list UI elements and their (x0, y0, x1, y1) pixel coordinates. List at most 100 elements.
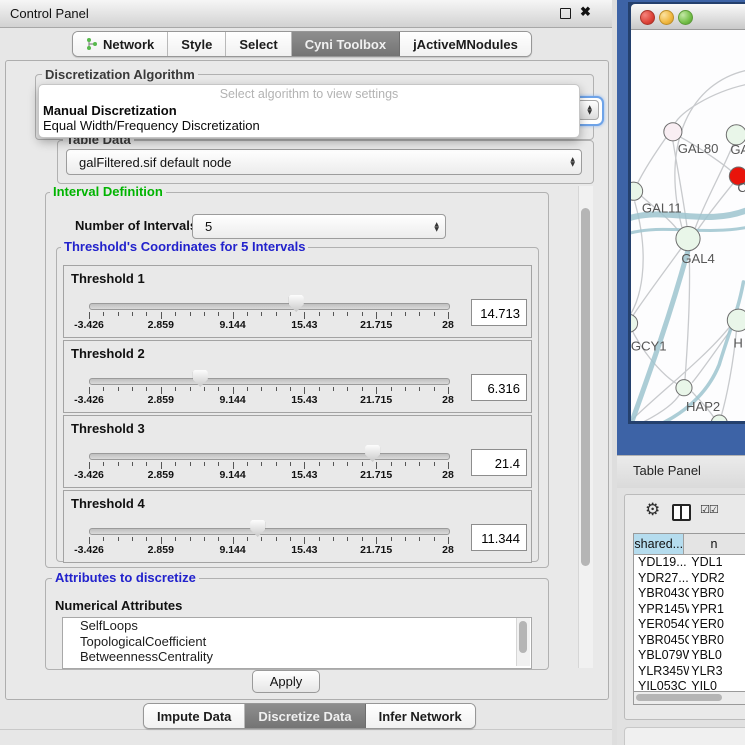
threshold-slider-track[interactable] (89, 453, 450, 460)
threshold-value-field[interactable]: 11.344 (471, 524, 527, 551)
table-row[interactable]: YDR27...YDR2 (634, 571, 745, 587)
tick-mark (89, 462, 90, 469)
zoom-traffic-light-icon[interactable] (678, 10, 693, 25)
node-gcy1[interactable] (631, 314, 638, 332)
tab-discretize-data[interactable]: Discretize Data (245, 704, 365, 728)
dropdown-option-manual-discretization[interactable]: Manual Discretization (43, 103, 575, 118)
tick-mark (261, 462, 262, 466)
network-edge[interactable] (697, 183, 733, 230)
tick-mark (233, 387, 234, 394)
threshold-slider-track[interactable] (89, 378, 450, 385)
node-gal80[interactable] (664, 123, 682, 141)
column-browser-icon[interactable] (672, 504, 691, 521)
bottom-tab-bar: Impute Data Discretize Data Infer Network (143, 703, 476, 729)
attributes-group-title: Attributes to discretize (52, 571, 199, 585)
table-row[interactable]: YER054CYER0 (634, 617, 745, 633)
gear-icon[interactable]: ⚙ (645, 500, 660, 520)
threshold-slider-track[interactable] (89, 303, 450, 310)
tick-mark (146, 462, 147, 466)
threshold-value-field[interactable]: 6.316 (471, 374, 527, 401)
tick-mark (118, 312, 119, 316)
node-bottom[interactable] (711, 415, 727, 421)
tick-mark (290, 387, 291, 391)
table-row[interactable]: YBR045CYBR0 (634, 633, 745, 649)
tab-infer-network[interactable]: Infer Network (366, 704, 475, 728)
table-cell: YDR27... (634, 571, 689, 587)
float-window-icon[interactable] (560, 8, 571, 19)
scrollbar-thumb[interactable] (519, 621, 527, 653)
table-row[interactable]: YDL19...YDL1 (634, 555, 745, 571)
tick-mark (434, 462, 435, 466)
network-edge[interactable] (638, 138, 666, 183)
numerical-attributes-list[interactable]: SelfLoopsTopologicalCoefficientBetweenne… (62, 617, 532, 669)
tick-mark (261, 537, 262, 541)
network-edge[interactable] (675, 84, 745, 123)
node-gal11[interactable] (631, 182, 643, 200)
table-row[interactable]: YLR345WYLR3 (634, 664, 745, 680)
node-gal4[interactable] (676, 227, 700, 251)
tick-mark (118, 387, 119, 391)
table-horizontal-scrollbar[interactable] (633, 691, 745, 705)
number-of-intervals-combo[interactable]: 5 ▲▼ (192, 214, 446, 239)
tick-label: 28 (442, 469, 454, 481)
node-hap2[interactable] (676, 380, 692, 396)
network-edge[interactable] (685, 251, 690, 380)
panel-vertical-scrollbar[interactable] (578, 186, 593, 668)
tab-label: Infer Network (379, 709, 462, 724)
node-label-gcy1: GCY1 (631, 338, 667, 353)
threshold-value-field[interactable]: 21.4 (471, 449, 527, 476)
table-data-combo[interactable]: galFiltered.sif default node ▲▼ (66, 149, 582, 175)
table-cell: YBR043C (634, 586, 689, 602)
close-icon[interactable]: ✖ (580, 4, 591, 20)
table-row[interactable]: YBR043CYBR0 (634, 586, 745, 602)
tick-label: 28 (442, 544, 454, 556)
column-header-n[interactable]: n (684, 534, 745, 555)
attributes-list-scrollbar[interactable] (516, 618, 530, 666)
dropdown-option-equal-width-frequency-discretization[interactable]: Equal Width/Frequency Discretization (43, 118, 575, 133)
table-row[interactable]: YBL079WYBL0 (634, 648, 745, 664)
node-h[interactable] (727, 309, 745, 331)
combo-stepper-button[interactable]: ▲▼ (577, 100, 599, 120)
tick-mark (146, 537, 147, 541)
table-row[interactable]: YPR145WYPR1 (634, 602, 745, 618)
tab-impute-data[interactable]: Impute Data (144, 704, 245, 728)
divider-line (0, 729, 612, 730)
tab-label: jActiveMNodules (413, 37, 518, 52)
network-canvas[interactable]: GAL80GACGAL11GAL4GCY1HHAP2 (631, 30, 745, 421)
close-traffic-light-icon[interactable] (640, 10, 655, 25)
threshold-value-field[interactable]: 14.713 (471, 299, 527, 326)
tick-label: 28 (442, 394, 454, 406)
table-cell: YBL079W (634, 648, 689, 664)
column-header-shared[interactable]: shared... (634, 534, 684, 555)
attribute-item-betweennesscentrality[interactable]: BetweennessCentrality (63, 649, 531, 665)
tick-mark (333, 537, 334, 541)
algorithm-group-title: Discretization Algorithm (42, 68, 198, 82)
table-cell: YER054C (634, 617, 689, 633)
tab-cyni-toolbox[interactable]: Cyni Toolbox (292, 32, 400, 56)
tick-mark (405, 312, 406, 316)
tab-label: Discretize Data (258, 709, 351, 724)
tick-mark (190, 387, 191, 391)
tab-style[interactable]: Style (168, 32, 226, 56)
scrollbar-thumb[interactable] (581, 208, 590, 566)
apply-button[interactable]: Apply (252, 670, 320, 693)
attribute-item-selfloops[interactable]: SelfLoops (63, 618, 531, 634)
tab-label: Style (181, 37, 212, 52)
network-window-titlebar[interactable] (631, 4, 745, 30)
tab-network[interactable]: Network (73, 32, 168, 56)
tab-select[interactable]: Select (226, 32, 291, 56)
node-attribute-table[interactable]: shared...nYDL19...YDL1YDR27...YDR2YBR043… (633, 533, 745, 692)
tick-mark (161, 462, 162, 469)
tab-jactivemnodules[interactable]: jActiveMNodules (400, 32, 531, 56)
network-edge[interactable] (692, 329, 731, 382)
minimize-traffic-light-icon[interactable] (659, 10, 674, 25)
table-panel-footer (624, 727, 745, 745)
attribute-item-topologicalcoefficient[interactable]: TopologicalCoefficient (63, 634, 531, 650)
scrollbar-thumb[interactable] (636, 694, 722, 701)
threshold-slider-track[interactable] (89, 528, 450, 535)
threshold-panel: Threshold 3-3.4262.8599.14415.4321.71528… (63, 415, 532, 488)
table-cell: YDL19... (634, 555, 689, 571)
select-columns-icon[interactable]: ☑☑ (700, 503, 718, 516)
node-label-ga: GA (730, 142, 745, 157)
table-cell: YLR345W (634, 664, 689, 680)
